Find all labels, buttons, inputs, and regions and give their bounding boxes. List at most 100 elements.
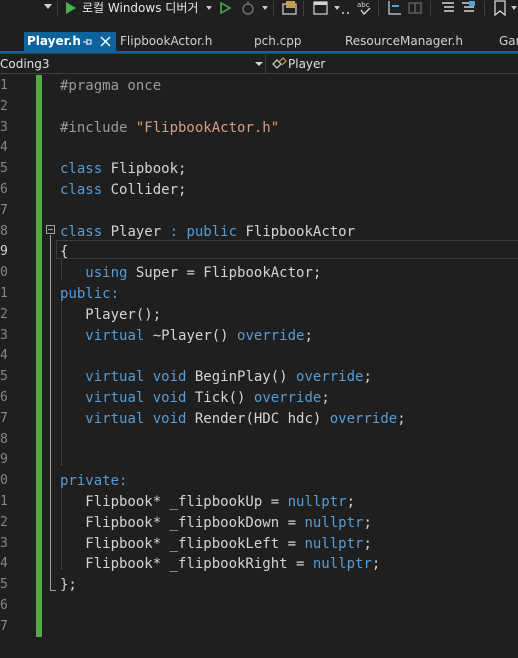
tab-player-h[interactable]: Player.h (24, 32, 116, 51)
code-token: Flipbook* _flipbookRight = (60, 556, 313, 573)
start-without-debug-icon[interactable] (218, 1, 232, 15)
line-number: 1 (0, 78, 8, 93)
code-token: private: (60, 473, 128, 490)
hot-reload-dropdown-icon[interactable] (262, 6, 268, 10)
code-line[interactable]: #pragma once (60, 76, 161, 96)
code-token: ~Player() (144, 327, 238, 344)
hot-reload-icon[interactable] (240, 0, 256, 16)
tab-overflow[interactable]: Gar (496, 32, 518, 51)
code-line[interactable]: }; (60, 575, 77, 595)
line-number: 4 (0, 556, 8, 572)
code-line[interactable]: using Super = FlipbookActor; (60, 263, 321, 283)
close-icon[interactable] (100, 36, 111, 47)
uncomment-lines-icon[interactable] (460, 0, 476, 16)
code-token: override (329, 410, 398, 427)
code-token: Player(); (60, 306, 162, 323)
code-line[interactable]: { (60, 242, 68, 262)
line-number: 5 (0, 369, 8, 385)
step-over-icon[interactable] (407, 0, 423, 16)
code-line[interactable]: virtual void Tick() override; (60, 388, 330, 408)
code-line[interactable]: #include "FlipbookActor.h" (60, 118, 279, 138)
tab-flipbookactor-h[interactable]: FlipbookActor.h (116, 32, 250, 51)
code-token: ; (321, 390, 330, 406)
code-line[interactable]: Flipbook* _flipbookRight = nullptr; (60, 554, 380, 574)
code-token: #pragma once (60, 78, 162, 94)
line-number: 7 (0, 618, 8, 634)
line-number: 3 (0, 535, 8, 551)
run-target-dropdown-icon[interactable] (206, 6, 212, 10)
code-token: ; (346, 494, 356, 510)
code-token: nullptr (287, 494, 347, 510)
code-token: FlipbookActor (237, 223, 356, 240)
line-number: 6 (0, 182, 8, 197)
code-token: ; (397, 410, 406, 427)
line-number: 2 (0, 98, 8, 114)
toolbar-separator (273, 1, 274, 16)
tab-pch-cpp[interactable]: pch.cpp (250, 32, 340, 51)
step-into-icon[interactable] (387, 0, 403, 16)
dots-icon[interactable] (340, 0, 356, 16)
line-number: 0 (0, 265, 8, 281)
tab-label: FlipbookActor.h (120, 34, 213, 48)
line-number: 1 (0, 286, 8, 301)
code-token: using (85, 265, 128, 282)
code-token: class (60, 161, 103, 178)
bookmark-icon[interactable] (492, 0, 508, 16)
code-line[interactable]: class Player : public FlipbookActor (60, 222, 355, 242)
code-token: Super = FlipbookActor; (127, 265, 322, 282)
run-target-label[interactable]: 로컬 Windows 디버거 (82, 0, 198, 16)
scope-dropdown[interactable]: Player (266, 53, 518, 74)
code-line[interactable]: virtual void Render(HDC hdc) override; (60, 409, 406, 429)
code-line[interactable]: Flipbook* _flipbookDown = nullptr; (60, 513, 372, 533)
class-icon (272, 57, 287, 69)
code-line[interactable]: virtual void BeginPlay() override; (60, 367, 372, 387)
line-number: 4 (0, 348, 8, 364)
collapse-icon[interactable] (46, 225, 55, 234)
toolbar-separator (484, 1, 485, 16)
project-dropdown[interactable]: Coding3 (0, 53, 266, 74)
code-line[interactable]: class Collider; (60, 180, 186, 200)
code-line[interactable]: public: (60, 284, 119, 304)
code-token: "FlipbookActor.h" (135, 119, 280, 136)
code-token: ; (363, 535, 372, 552)
scope-label: Player (288, 57, 326, 71)
tab-label: Player.h (27, 34, 81, 48)
comment-lines-icon[interactable] (440, 0, 456, 16)
code-line[interactable]: private: (60, 471, 127, 491)
line-number: 8 (0, 223, 8, 239)
config-dropdown-arrow-icon[interactable] (44, 4, 52, 9)
toolbar-separator (430, 1, 431, 16)
code-token: Tick() (186, 390, 254, 406)
code-line[interactable]: Player(); (60, 305, 161, 325)
toolbar-separator (303, 1, 304, 16)
line-number: 3 (0, 327, 8, 343)
code-line[interactable]: virtual ~Player() override; (60, 326, 313, 346)
code-token: Render(HDC hdc) (186, 410, 330, 427)
code-line[interactable]: Flipbook* _flipbookUp = nullptr; (60, 492, 355, 512)
window-layout-icon[interactable] (313, 0, 329, 16)
pin-icon[interactable] (82, 37, 92, 47)
tab-resourcemanager-h[interactable]: ResourceManager.h (340, 32, 496, 51)
toolbar: 로컬 Windows 디버거 abc (0, 0, 518, 18)
code-token: ; (363, 514, 372, 531)
svg-text:abc: abc (357, 1, 370, 9)
code-editor[interactable]: 1 2 3 4 5 6 7 8 9 0 1 2 3 4 5 6 7 8 9 0 1 2 3 4 5 6 7 #pragma once… (0, 75, 518, 658)
code-token: BeginPlay() (186, 369, 297, 386)
code-line[interactable]: Flipbook* _flipbookLeft = nullptr; (60, 534, 372, 554)
toolbar-separator (57, 1, 58, 16)
code-token: override (296, 369, 364, 386)
folder-icon[interactable] (282, 0, 298, 16)
code-token: #include (60, 119, 136, 136)
line-number: 0 (0, 473, 8, 489)
code-token: Flipbook* _flipbookLeft = (60, 535, 305, 552)
spellcheck-icon[interactable]: abc (357, 0, 373, 16)
bookmark-dropdown-icon[interactable] (511, 6, 517, 10)
code-token: Player (102, 223, 170, 240)
line-number: 6 (0, 598, 8, 613)
start-debug-icon[interactable] (66, 2, 76, 14)
code-line[interactable]: class Flipbook; (60, 159, 186, 179)
tab-label: ResourceManager.h (345, 34, 463, 48)
code-token: class (60, 182, 103, 198)
